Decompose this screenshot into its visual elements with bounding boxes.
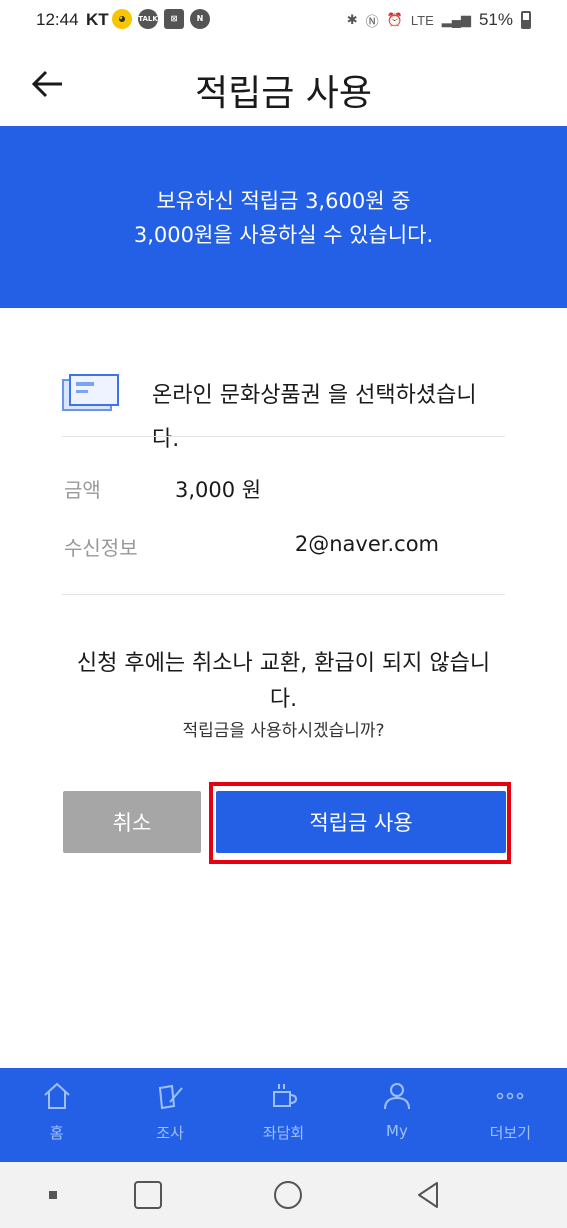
battery-icon xyxy=(521,11,531,29)
person-icon xyxy=(383,1083,410,1110)
banner-line-2: 3,000원을 사용하실 수 있습니다. xyxy=(133,223,434,247)
nav-label: 홈 xyxy=(49,1124,64,1142)
lte-label: LTE xyxy=(410,12,434,28)
nav-item-my[interactable]: My xyxy=(340,1068,453,1162)
n-notification-icon: N xyxy=(190,9,210,29)
no-refund-warning: 신청 후에는 취소나 교환, 환급이 되지 않습니다. xyxy=(76,651,491,712)
overview-icon[interactable] xyxy=(128,1162,168,1228)
app-notification-icon: ⊠ xyxy=(164,9,184,29)
bluetooth-icon: ✱ xyxy=(346,12,358,27)
recipient-label: 수신정보 xyxy=(64,536,138,560)
nav-label: 더보기 xyxy=(489,1124,532,1142)
status-time: 12:44 xyxy=(36,10,79,29)
home-icon xyxy=(44,1082,70,1109)
status-carrier: KT xyxy=(86,10,109,29)
cancel-button[interactable]: 취소 xyxy=(63,791,201,853)
nav-label: My xyxy=(386,1122,408,1140)
nav-label: 조사 xyxy=(156,1124,184,1142)
bottom-nav: 홈 조사 좌담회 My 더보기 xyxy=(0,1068,567,1162)
emoji-notification-icon: ◕ xyxy=(112,9,132,29)
nav-item-discussion[interactable]: 좌담회 xyxy=(227,1068,340,1162)
nav-item-home[interactable]: 홈 xyxy=(0,1068,113,1162)
header: 적립금 사용 xyxy=(0,44,567,126)
recents-dot-icon[interactable] xyxy=(38,1162,68,1228)
nav-label: 좌담회 xyxy=(262,1124,305,1142)
recipient-value: 2@naver.com xyxy=(294,532,439,556)
confirm-question: 적립금을 사용하시겠습니까? xyxy=(182,721,385,741)
talk-notification-icon: TALK xyxy=(138,9,158,29)
use-points-button[interactable]: 적립금 사용 xyxy=(216,791,506,853)
page-title: 적립금 사용 xyxy=(194,73,373,114)
status-indicators: ✱ Ⓝ ⏰ LTE ▂▄▆ 51% xyxy=(347,10,531,30)
nav-item-survey[interactable]: 조사 xyxy=(113,1068,226,1162)
more-dots-icon xyxy=(497,1092,524,1100)
divider xyxy=(62,594,505,595)
gift-card-icon xyxy=(62,374,120,412)
alarm-icon: ⏰ xyxy=(386,12,403,27)
amount-label: 금액 xyxy=(64,478,101,502)
back-triangle-icon[interactable] xyxy=(408,1162,448,1228)
nfc-icon: Ⓝ xyxy=(365,13,379,29)
home-circle-icon[interactable] xyxy=(268,1162,308,1228)
system-nav-bar xyxy=(0,1162,567,1228)
points-banner: 보유하신 적립금 3,600원 중 3,000원을 사용하실 수 있습니다. xyxy=(0,126,567,308)
banner-line-1: 보유하신 적립금 3,600원 중 xyxy=(156,189,411,213)
amount-value: 3,000 원 xyxy=(175,478,262,502)
battery-percent: 51% xyxy=(478,10,513,29)
nav-item-more[interactable]: 더보기 xyxy=(454,1068,567,1162)
signal-icon: ▂▄▆ xyxy=(441,12,471,27)
selected-product-text: 온라인 문화상품권 을 선택하셨습니다. xyxy=(152,383,477,452)
coffee-cup-icon xyxy=(272,1084,297,1107)
status-bar: 12:44 KT ◕ TALK ⊠ N ✱ Ⓝ ⏰ LTE ▂▄▆ 51% xyxy=(0,0,567,44)
survey-icon xyxy=(159,1084,183,1110)
divider xyxy=(62,436,505,437)
